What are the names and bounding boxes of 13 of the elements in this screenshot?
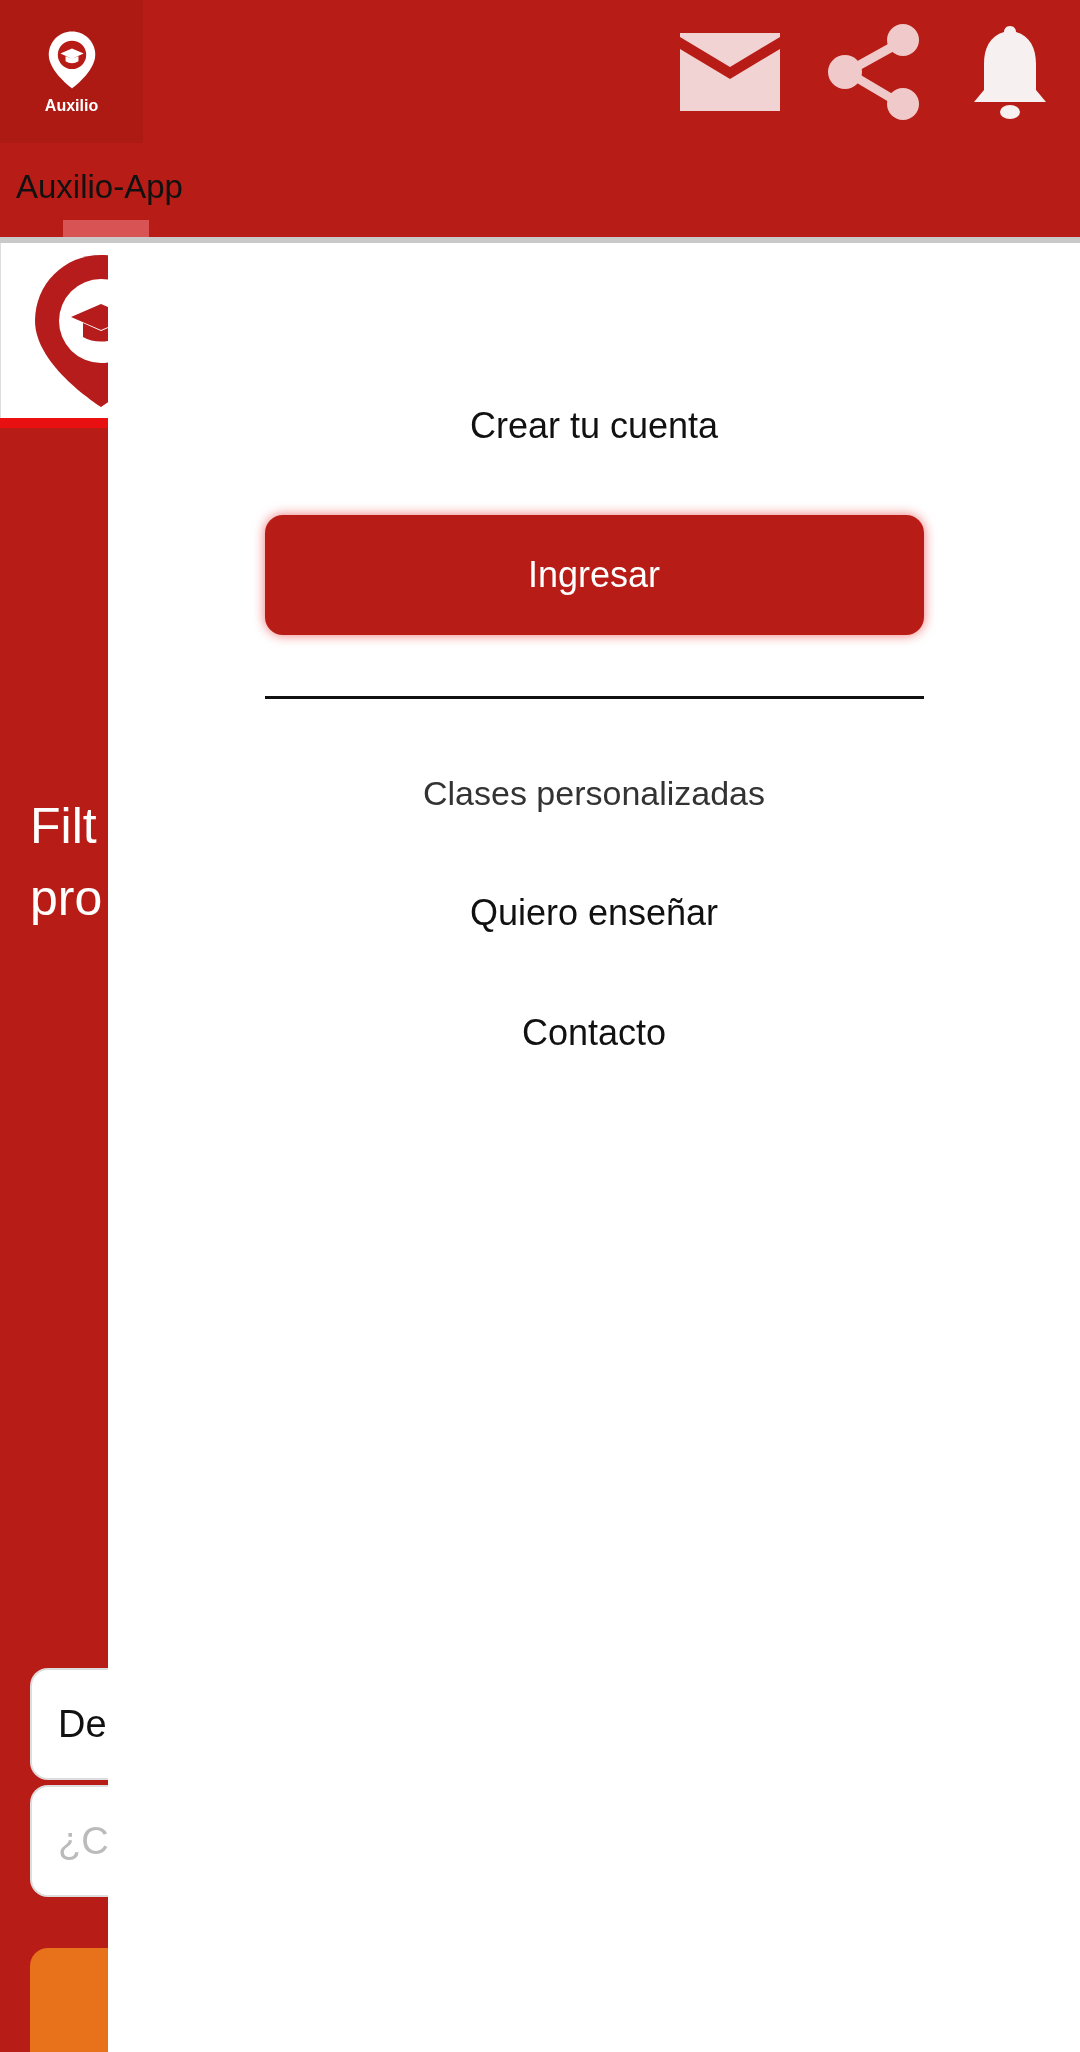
menu-item[interactable]: Crear tu cuenta — [469, 388, 719, 464]
heading-text: Filt — [30, 797, 98, 856]
app-logo[interactable]: Auxilio — [0, 0, 143, 143]
menu-item[interactable]: Clases personalizadas — [422, 755, 766, 831]
app-title: Auxilio-App — [16, 168, 183, 206]
mail-icon[interactable] — [680, 33, 780, 111]
menu-item[interactable]: Contacto — [521, 995, 667, 1071]
menu-item[interactable]: Quiero enseñar — [469, 875, 719, 951]
logo-text: Auxilio — [44, 96, 99, 115]
heading-text: pro — [30, 869, 104, 928]
input-field[interactable]: ¿C — [30, 1785, 108, 1897]
login-button[interactable]: Ingresar — [264, 515, 924, 635]
input-field[interactable]: De — [30, 1668, 108, 1780]
